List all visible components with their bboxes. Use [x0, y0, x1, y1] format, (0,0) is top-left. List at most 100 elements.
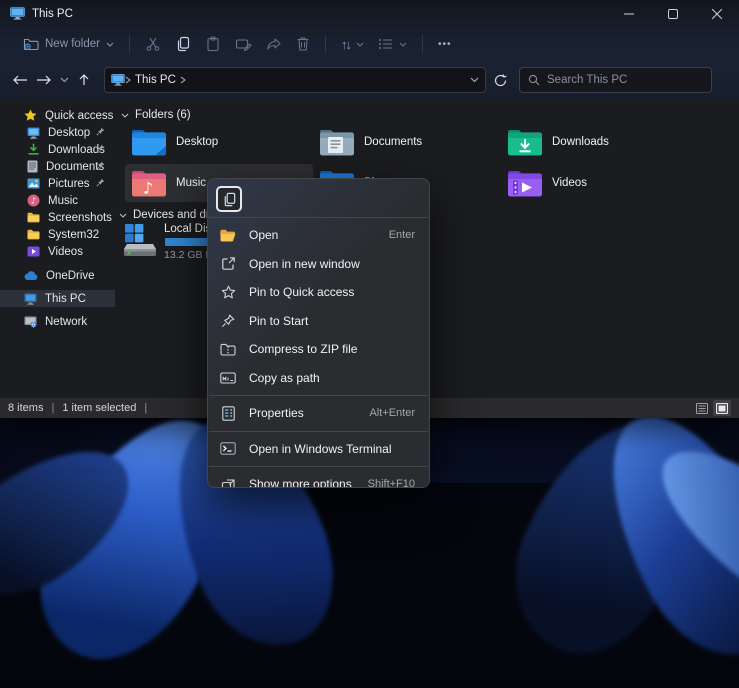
menu-item-label: Open in new window	[249, 257, 360, 271]
menu-item-copy-as-path[interactable]: Copy as path	[208, 364, 429, 393]
pin-icon	[96, 127, 105, 136]
search-input[interactable]	[547, 74, 687, 86]
sidebar-item-label: Desktop	[48, 127, 90, 139]
pictures-icon	[27, 178, 40, 189]
sidebar-item-desktop[interactable]: Desktop	[0, 124, 115, 141]
menu-item-pin-quick-access[interactable]: Pin to Quick access	[208, 278, 429, 307]
back-button[interactable]	[8, 68, 32, 92]
toolbar-separator	[422, 35, 423, 53]
show-more-icon	[220, 477, 236, 488]
menu-item-show-more-options[interactable]: Show more options Shift+F10	[208, 470, 429, 488]
sidebar-item-label: Screenshots	[48, 212, 112, 224]
sidebar-item-label: System32	[48, 229, 99, 241]
title-bar[interactable]: This PC	[0, 0, 739, 27]
delete-button[interactable]	[289, 32, 317, 56]
videos-folder-icon	[507, 169, 543, 198]
recent-locations-button[interactable]	[56, 68, 72, 92]
view-button[interactable]	[371, 33, 414, 55]
sidebar-item-documents[interactable]: Documents	[0, 158, 115, 175]
share-button[interactable]	[259, 32, 289, 56]
devices-section-header[interactable]: Devices and dri	[119, 209, 212, 221]
navigation-pane: Quick access Desktop Downloads Documents…	[0, 99, 115, 398]
sidebar-item-this-pc[interactable]: This PC	[0, 290, 115, 307]
menu-item-compress-zip[interactable]: Compress to ZIP file	[208, 335, 429, 364]
address-dropdown-icon[interactable]	[470, 77, 479, 83]
breadcrumb-chevron-icon[interactable]	[180, 76, 186, 84]
forward-button[interactable]	[32, 68, 56, 92]
menu-item-open-new-window[interactable]: Open in new window	[208, 250, 429, 279]
copy-button[interactable]	[216, 186, 242, 212]
context-menu-icon-bar	[208, 184, 429, 214]
menu-item-open-windows-terminal[interactable]: Open in Windows Terminal	[208, 435, 429, 464]
pin-icon	[96, 178, 105, 187]
network-icon	[24, 316, 37, 328]
folders-header-label: Folders (6)	[135, 109, 191, 121]
tile-desktop[interactable]: Desktop	[125, 123, 313, 161]
menu-item-shortcut: Alt+Enter	[369, 407, 415, 419]
hard-drive-icon	[121, 223, 159, 261]
folders-section-header[interactable]: Folders (6)	[121, 109, 191, 121]
menu-item-open[interactable]: Open Enter	[208, 221, 429, 250]
sidebar-item-screenshots[interactable]: Screenshots	[0, 209, 115, 226]
rename-button[interactable]	[228, 32, 259, 56]
menu-item-properties[interactable]: Properties Alt+Enter	[208, 399, 429, 428]
folder-icon	[27, 212, 40, 223]
tile-label: Videos	[552, 177, 587, 189]
sidebar-item-onedrive[interactable]: OneDrive	[0, 267, 115, 284]
chevron-down-icon[interactable]	[121, 113, 129, 118]
breadcrumb-this-pc[interactable]: This PC	[135, 74, 176, 86]
menu-item-label: Open in Windows Terminal	[249, 442, 392, 456]
menu-item-shortcut: Enter	[389, 229, 415, 241]
sidebar-item-label: Music	[48, 195, 78, 207]
tile-videos[interactable]: Videos	[501, 164, 689, 202]
status-divider: |	[144, 402, 147, 414]
sidebar-item-label: OneDrive	[46, 270, 95, 282]
thumbnail-view-button[interactable]	[713, 400, 731, 416]
share-icon	[266, 36, 282, 52]
sidebar-item-network[interactable]: Network	[0, 313, 115, 330]
delete-icon	[296, 36, 310, 52]
sidebar-item-label: Pictures	[48, 178, 90, 190]
chevron-down-icon[interactable]	[119, 213, 127, 218]
download-icon	[27, 143, 40, 156]
paste-button[interactable]	[198, 32, 228, 56]
new-folder-button[interactable]: New folder	[16, 33, 121, 55]
sidebar-item-downloads[interactable]: Downloads	[0, 141, 115, 158]
folder-icon	[27, 229, 40, 240]
sidebar-item-system32[interactable]: System32	[0, 226, 115, 243]
menu-item-label: Compress to ZIP file	[249, 342, 357, 356]
toolbar-separator	[325, 35, 326, 53]
context-menu: Open Enter Open in new window Pin to Qui…	[207, 178, 430, 488]
close-button[interactable]	[695, 0, 739, 27]
this-pc-icon	[111, 74, 125, 86]
document-icon	[27, 160, 38, 173]
sidebar-item-pictures[interactable]: Pictures	[0, 175, 115, 192]
new-folder-icon	[23, 37, 39, 51]
menu-separator	[209, 466, 428, 467]
menu-separator	[209, 431, 428, 432]
open-new-window-icon	[220, 256, 236, 271]
minimize-button[interactable]	[607, 0, 651, 27]
refresh-button[interactable]	[494, 74, 507, 87]
copy-button[interactable]	[168, 32, 198, 56]
up-button[interactable]	[72, 68, 96, 92]
tile-documents[interactable]: Documents	[313, 123, 501, 161]
menu-item-pin-to-start[interactable]: Pin to Start	[208, 307, 429, 336]
sidebar-item-quick-access[interactable]: Quick access	[0, 107, 115, 124]
address-bar[interactable]: This PC	[104, 67, 486, 93]
navigation-bar: This PC	[0, 62, 739, 98]
more-options-button[interactable]: •••	[431, 35, 459, 54]
sidebar-item-videos[interactable]: Videos	[0, 243, 115, 260]
maximize-button[interactable]	[651, 0, 695, 27]
cut-button[interactable]	[138, 32, 168, 56]
sidebar-item-music[interactable]: ♪ Music	[0, 192, 115, 209]
documents-folder-icon	[319, 128, 355, 157]
status-divider: |	[51, 402, 54, 414]
sidebar-item-label: This PC	[45, 293, 86, 305]
menu-separator	[209, 395, 428, 396]
tile-label: Music	[176, 177, 206, 189]
sort-button[interactable]: ↑↓	[334, 33, 371, 56]
tile-downloads[interactable]: Downloads	[501, 123, 689, 161]
details-view-button[interactable]	[693, 400, 711, 416]
search-box[interactable]	[519, 67, 712, 93]
